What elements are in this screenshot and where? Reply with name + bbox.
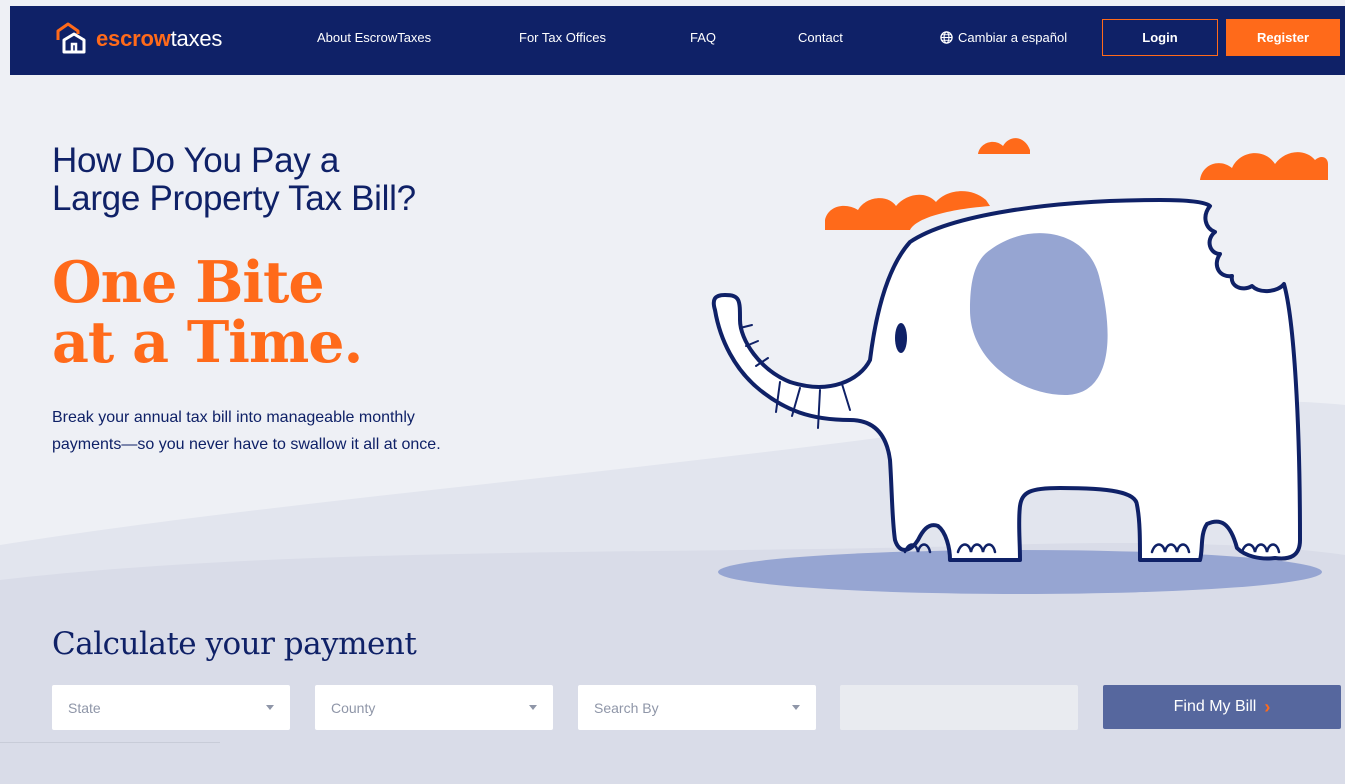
hero-tagline: One Bite at a Time. (52, 249, 363, 376)
register-button[interactable]: Register (1226, 19, 1340, 56)
find-my-bill-button[interactable]: Find My Bill › (1103, 685, 1341, 729)
divider (0, 742, 220, 743)
elephant-eye (895, 323, 907, 353)
language-switch[interactable]: Cambiar a español (940, 30, 1067, 45)
chevron-down-icon (792, 705, 800, 710)
hero-tagline-line-2: at a Time. (52, 309, 363, 376)
hero-question-line-2: Large Property Tax Bill? (52, 179, 416, 218)
logo-wordmark: escrowtaxes (96, 26, 223, 51)
cloud-small (978, 138, 1030, 154)
search-by-select[interactable]: Search By (578, 685, 816, 730)
county-select[interactable]: County (315, 685, 553, 730)
site-logo[interactable]: escrowtaxes (54, 22, 222, 56)
hero-description-line-2: payments—so you never have to swallow it… (52, 436, 441, 453)
hero-description-line-1: Break your annual tax bill into manageab… (52, 409, 415, 426)
nav-link-tax-offices[interactable]: For Tax Offices (519, 30, 606, 45)
cloud-right (1200, 152, 1328, 180)
house-logo-icon (56, 22, 86, 54)
nav-link-contact[interactable]: Contact (798, 30, 843, 45)
hero-question: How Do You Pay a Large Property Tax Bill… (52, 142, 612, 218)
elephant-illustration (711, 138, 1328, 594)
state-select-label: State (68, 699, 101, 716)
language-label: Cambiar a español (958, 30, 1068, 45)
find-my-bill-label: Find My Bill (1173, 698, 1257, 715)
calculator-title: Calculate your payment (52, 626, 417, 662)
chevron-right-icon: › (1264, 696, 1271, 717)
nav-link-about[interactable]: About EscrowTaxes (317, 30, 431, 45)
top-nav: escrowtaxes About EscrowTaxes For Tax Of… (10, 6, 1345, 75)
page: escrowtaxes About EscrowTaxes For Tax Of… (0, 0, 1345, 784)
search-value-input[interactable] (840, 685, 1078, 730)
chevron-down-icon (529, 705, 537, 710)
chevron-down-icon (266, 705, 274, 710)
hero-question-line-1: How Do You Pay a (52, 141, 340, 180)
county-select-label: County (331, 699, 376, 716)
nav-link-faq[interactable]: FAQ (690, 30, 716, 45)
hero-tagline-line-1: One Bite (52, 249, 325, 316)
login-button[interactable]: Login (1102, 19, 1218, 56)
search-by-select-label: Search By (594, 699, 659, 716)
state-select[interactable]: State (52, 685, 290, 730)
globe-icon (940, 31, 953, 44)
hero-description: Break your annual tax bill into manageab… (52, 404, 572, 458)
